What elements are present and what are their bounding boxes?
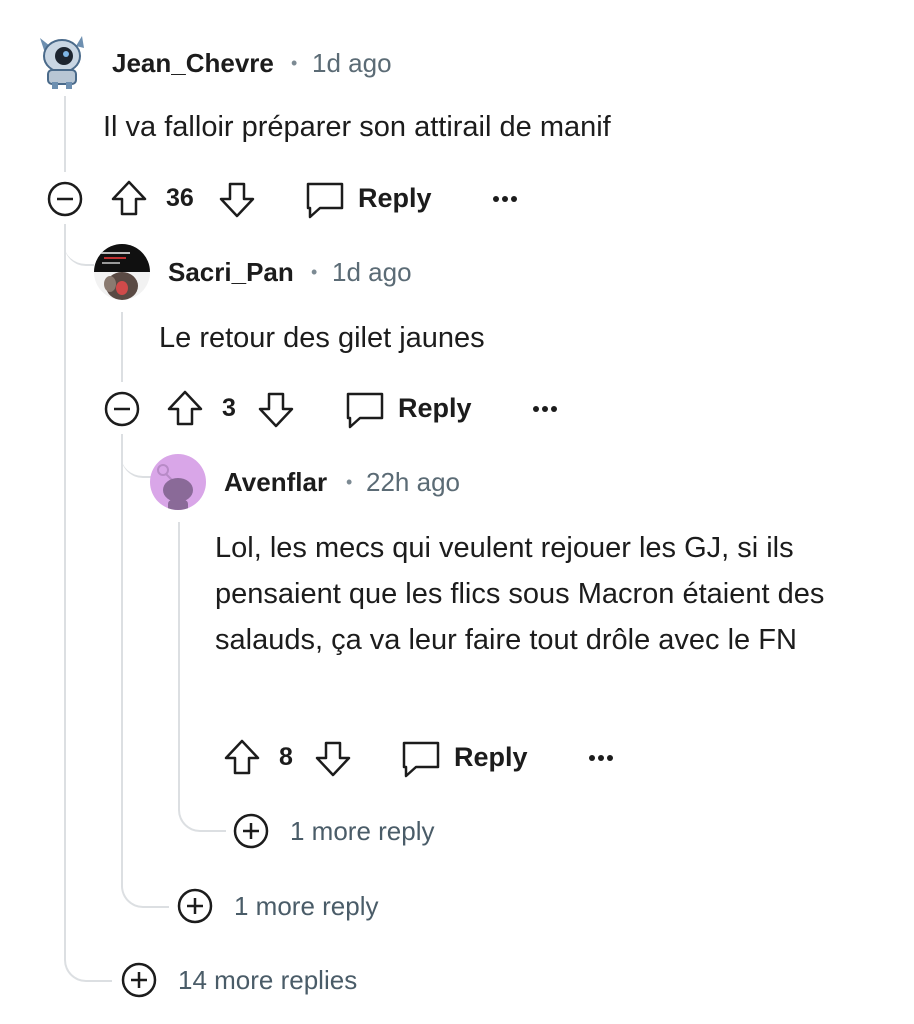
username[interactable]: Jean_Chevre [112,48,274,79]
collapse-icon[interactable] [46,180,84,218]
downvote-icon[interactable] [257,390,295,430]
comment-text: Il va falloir préparer son attirail de m… [103,111,611,143]
robot-avatar-icon [40,36,84,89]
snoo-avatar-icon [157,464,193,510]
upvote-icon[interactable] [223,737,261,777]
more-replies-label: 1 more reply [290,816,435,846]
separator-dot: • [291,53,298,73]
vote-count: 36 [166,184,194,212]
more-options-icon[interactable] [492,194,518,204]
thread-line-level1-top [64,96,66,172]
thread-line-level1 [64,224,112,982]
downvote-icon[interactable] [218,180,256,220]
thread-line-level2-top [121,312,123,382]
collapse-icon[interactable] [103,390,141,428]
separator-dot: • [346,472,353,492]
reply-label: Reply [398,393,472,423]
timestamp[interactable]: 1d ago [312,48,392,79]
separator-dot: • [311,262,318,282]
vote-count: 8 [279,743,293,771]
comment-bubble-icon [306,182,344,219]
reply-label: Reply [454,742,528,772]
upvote-icon[interactable] [166,388,204,428]
timestamp[interactable]: 1d ago [332,257,412,288]
comment-bubble-icon [346,392,384,429]
comment-text: Lol, les mecs qui veulent rejouer les GJ… [215,532,825,656]
dark-photo-avatar [94,244,150,300]
more-replies-label: 1 more reply [234,891,379,921]
expand-icon [177,888,213,924]
comment-text: Le retour des gilet jaunes [159,322,485,354]
username[interactable]: Avenflar [224,467,327,498]
expand-icon [121,962,157,998]
comment-bubble-icon [402,741,440,778]
avatar[interactable] [94,244,150,300]
username[interactable]: Sacri_Pan [168,257,294,288]
upvote-icon[interactable] [110,178,148,218]
reply-label: Reply [358,183,432,213]
vote-count: 3 [222,394,236,422]
expand-icon [233,813,269,849]
timestamp[interactable]: 22h ago [366,467,460,498]
more-options-icon[interactable] [588,753,614,763]
more-options-icon[interactable] [532,404,558,414]
avatar[interactable] [150,454,206,510]
downvote-icon[interactable] [314,739,352,779]
avatar[interactable] [34,32,90,90]
more-replies-label: 14 more replies [178,965,358,995]
